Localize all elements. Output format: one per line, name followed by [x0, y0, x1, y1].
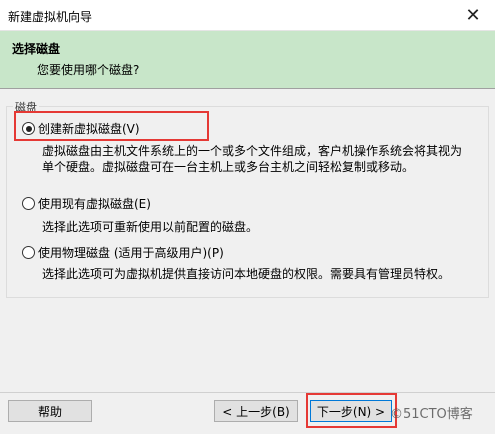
close-button[interactable]: ✕: [451, 0, 495, 30]
description-line: 选择此选项可为虚拟机提供直接访问本地硬盘的权限。需要具有管理员特权。: [42, 267, 451, 281]
back-button[interactable]: < 上一步(B): [214, 400, 298, 422]
description-line: 虚拟磁盘由主机文件系统上的一个或多个文件组成，客户机操作系统会将其视为: [42, 144, 463, 158]
radio-unselected-icon[interactable]: [22, 246, 35, 259]
watermark-text: ©51CTO博客: [390, 407, 473, 422]
footer-divider: [0, 392, 495, 393]
help-button[interactable]: 帮助: [8, 400, 92, 422]
page-title: 选择磁盘: [12, 42, 61, 56]
wizard-header: 选择磁盘 您要使用哪个磁盘?: [0, 31, 495, 88]
header-divider: [0, 88, 495, 89]
option-description: 选择此选项可为虚拟机提供直接访问本地硬盘的权限。需要具有管理员特权。: [42, 266, 450, 282]
description-line: 选择此选项可重新使用以前配置的磁盘。: [42, 220, 259, 234]
radio-use-existing-disk[interactable]: 使用现有虚拟磁盘(E): [22, 195, 151, 212]
annotation-highlight-box: [14, 111, 209, 141]
radio-use-physical-disk[interactable]: 使用物理磁盘 (适用于高级用户)(P): [22, 244, 224, 261]
option-description: 虚拟磁盘由主机文件系统上的一个或多个文件组成，客户机操作系统会将其视为 单个硬盘…: [42, 143, 462, 175]
annotation-highlight-box: [306, 393, 397, 428]
description-line: 单个硬盘。虚拟磁盘可在一台主机上或多台主机之间轻松复制或移动。: [42, 160, 415, 174]
option-description: 选择此选项可重新使用以前配置的磁盘。: [42, 219, 258, 235]
radio-label: 使用物理磁盘 (适用于高级用户)(P): [38, 246, 224, 260]
close-icon: ✕: [465, 4, 481, 26]
page-subtitle: 您要使用哪个磁盘?: [37, 63, 140, 77]
window-title: 新建虚拟机向导: [8, 10, 93, 24]
radio-label: 使用现有虚拟磁盘(E): [38, 197, 151, 211]
title-bar: 新建虚拟机向导 ✕: [0, 0, 495, 31]
radio-unselected-icon[interactable]: [22, 197, 35, 210]
